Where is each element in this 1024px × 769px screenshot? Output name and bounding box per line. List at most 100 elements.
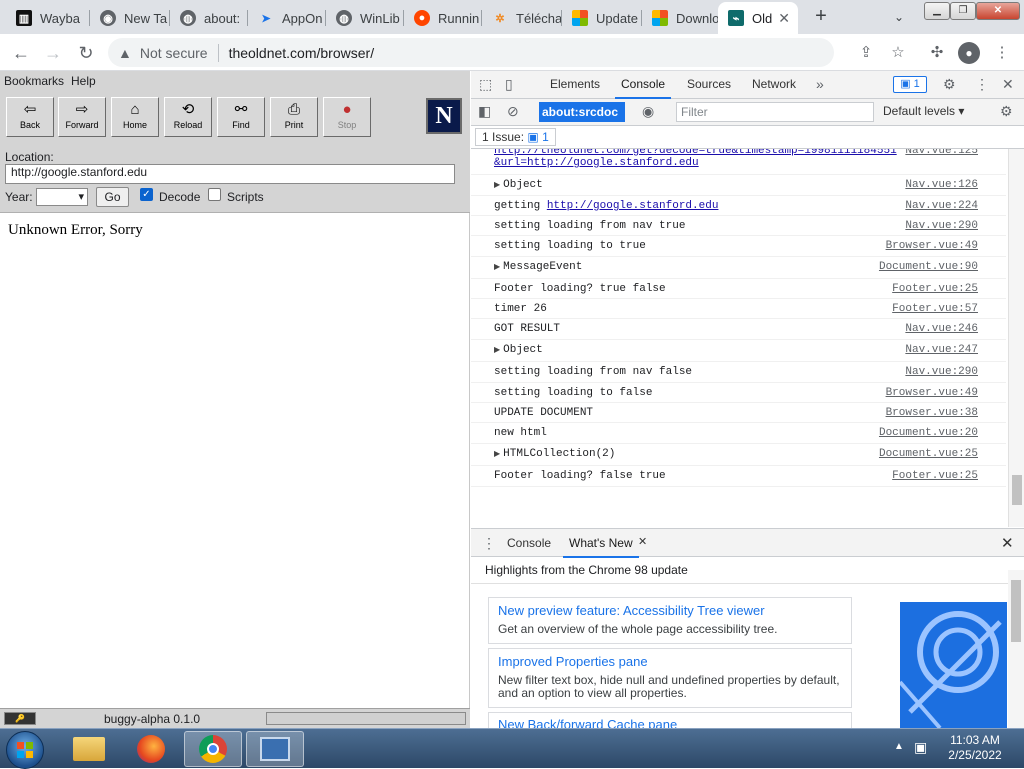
tab-update[interactable]: Update: [562, 2, 642, 34]
log-source-link[interactable]: Browser.vue:38: [886, 407, 978, 419]
expand-triangle-icon[interactable]: ▶: [494, 181, 500, 190]
console-scrollbar[interactable]: [1008, 149, 1024, 527]
tab-oldnet[interactable]: ⌁ Old ✕: [718, 2, 798, 34]
drawer-scrollbar[interactable]: [1008, 570, 1024, 728]
log-source-link[interactable]: Document.vue:20: [879, 427, 978, 439]
devtools-menu-kebab-icon[interactable]: ⋮: [975, 76, 989, 93]
tab-close-icon[interactable]: ✕: [778, 10, 790, 27]
old-reload-button[interactable]: ⟲ Reload: [164, 97, 212, 137]
log-levels-select[interactable]: Default levels ▾: [883, 104, 964, 118]
old-stop-button[interactable]: ● Stop: [323, 97, 371, 137]
issues-badge[interactable]: ▣ 1: [893, 76, 927, 93]
clear-console-icon[interactable]: ⊘: [507, 103, 519, 120]
tab-wayback[interactable]: ▥ Wayba: [6, 2, 90, 34]
tab-about[interactable]: ◍ about:: [170, 2, 248, 34]
old-find-button[interactable]: ⚯ Find: [217, 97, 265, 137]
window-close-button[interactable]: ✕: [976, 2, 1020, 20]
old-home-button[interactable]: ⌂ Home: [111, 97, 159, 137]
share-icon[interactable]: ⇪: [855, 42, 877, 64]
tab-new-tab[interactable]: ◉ New Ta: [90, 2, 170, 34]
log-source-link[interactable]: Nav.vue:125: [905, 149, 978, 157]
log-source-link[interactable]: Document.vue:25: [879, 448, 978, 460]
tab-elements[interactable]: Elements: [550, 77, 600, 91]
more-tabs-chevron-icon[interactable]: »: [816, 76, 824, 92]
card-title[interactable]: New Back/forward Cache pane: [498, 717, 677, 728]
card-title[interactable]: New preview feature: Accessibility Tree …: [498, 603, 765, 618]
whats-new-card[interactable]: Improved Properties pane New filter text…: [488, 648, 852, 708]
minimize-button[interactable]: ▁: [924, 2, 950, 20]
menu-bookmarks[interactable]: Bookmarks: [4, 74, 64, 88]
log-message[interactable]: ▶ Object: [494, 179, 543, 191]
log-source-link[interactable]: Footer.vue:25: [892, 283, 978, 295]
chrome-menu-kebab-icon[interactable]: ⋮: [991, 42, 1013, 64]
forward-icon[interactable]: →: [40, 40, 66, 66]
sidebar-toggle-icon[interactable]: ◧: [478, 103, 491, 120]
go-button[interactable]: Go: [96, 187, 129, 207]
old-back-button[interactable]: ⇦ Back: [6, 97, 54, 137]
devtools-close-icon[interactable]: ✕: [1002, 76, 1014, 93]
network-icon[interactable]: ▣: [914, 739, 927, 756]
tab-console[interactable]: Console: [614, 77, 672, 99]
reload-icon[interactable]: ↻: [73, 40, 99, 66]
drawer-tab-whats-new[interactable]: What's New: [563, 536, 639, 558]
log-message[interactable]: getting http://google.stanford.edu: [494, 200, 718, 212]
log-message[interactable]: ▶ Object: [494, 344, 543, 356]
system-clock[interactable]: 11:03 AM 2/25/2022: [938, 733, 1012, 763]
tab-download[interactable]: Downlo: [642, 2, 718, 34]
drawer-menu-kebab-icon[interactable]: ⋮: [482, 535, 496, 552]
not-secure-label[interactable]: Not secure: [140, 45, 208, 61]
year-select[interactable]: ▾: [36, 188, 88, 206]
show-hidden-icons-icon[interactable]: ▲: [894, 741, 904, 752]
tab-winlib[interactable]: ◍ WinLib: [326, 2, 404, 34]
expand-triangle-icon[interactable]: ▶: [494, 263, 500, 272]
expand-triangle-icon[interactable]: ▶: [494, 346, 500, 355]
log-message[interactable]: ▶ MessageEvent: [494, 261, 582, 273]
new-tab-button[interactable]: +: [808, 5, 834, 29]
issue-count-button[interactable]: 1 Issue: ▣ 1: [475, 128, 556, 146]
context-select[interactable]: about:srcdoc ▾: [539, 102, 625, 139]
extensions-puzzle-icon[interactable]: ✣: [926, 42, 948, 64]
drawer-tab-console[interactable]: Console: [507, 536, 551, 550]
console-settings-gear-icon[interactable]: ⚙: [1000, 103, 1013, 120]
log-source-link[interactable]: Nav.vue:290: [905, 366, 978, 378]
tab-search-chevron-icon[interactable]: ⌄: [886, 6, 912, 28]
inspect-element-icon[interactable]: ⬚: [479, 76, 492, 93]
live-expression-eye-icon[interactable]: ◉: [642, 103, 654, 120]
log-source-link[interactable]: Document.vue:90: [879, 261, 978, 273]
taskbar-remote-desktop[interactable]: [246, 731, 304, 767]
old-forward-button[interactable]: ⇨ Forward: [58, 97, 106, 137]
decode-checkbox[interactable]: ✓: [140, 188, 153, 201]
whats-new-card[interactable]: New preview feature: Accessibility Tree …: [488, 597, 852, 644]
location-input[interactable]: http://google.stanford.edu: [5, 164, 455, 184]
device-toolbar-icon[interactable]: ▯: [505, 76, 513, 93]
log-source-link[interactable]: Browser.vue:49: [886, 240, 978, 252]
log-message[interactable]: ▶ HTMLCollection(2): [494, 448, 615, 460]
whats-new-card[interactable]: New Back/forward Cache pane: [488, 712, 852, 728]
card-title[interactable]: Improved Properties pane: [498, 654, 648, 669]
start-button[interactable]: [6, 731, 44, 769]
log-source-link[interactable]: Nav.vue:126: [905, 179, 978, 191]
old-print-button[interactable]: ⎙ Print: [270, 97, 318, 137]
tab-network[interactable]: Network: [752, 77, 796, 91]
taskbar-chrome[interactable]: [184, 731, 242, 767]
log-source-link[interactable]: Footer.vue:57: [892, 303, 978, 315]
tab-running[interactable]: ● Runnin: [404, 2, 482, 34]
taskbar-explorer[interactable]: [60, 731, 118, 767]
taskbar-firefox[interactable]: [122, 731, 180, 767]
maximize-button[interactable]: ❐: [950, 2, 976, 20]
tab-sources[interactable]: Sources: [687, 77, 731, 91]
url-text[interactable]: theoldnet.com/browser/: [229, 45, 375, 61]
back-icon[interactable]: ←: [8, 40, 34, 66]
log-source-link[interactable]: Browser.vue:49: [886, 387, 978, 399]
log-source-link[interactable]: Nav.vue:290: [905, 220, 978, 232]
menu-help[interactable]: Help: [71, 74, 96, 88]
expand-triangle-icon[interactable]: ▶: [494, 450, 500, 459]
scripts-checkbox[interactable]: [208, 188, 221, 201]
log-source-link[interactable]: Footer.vue:25: [892, 470, 978, 482]
drawer-close-icon[interactable]: ✕: [1001, 534, 1014, 552]
drawer-tab-close-icon[interactable]: ✕: [638, 535, 647, 548]
log-message[interactable]: http://theoldnet.com/get?decode=true&tim…: [494, 149, 897, 169]
settings-gear-icon[interactable]: ⚙: [943, 76, 956, 93]
bookmark-star-icon[interactable]: ☆: [887, 42, 909, 64]
log-source-link[interactable]: Nav.vue:246: [905, 323, 978, 335]
